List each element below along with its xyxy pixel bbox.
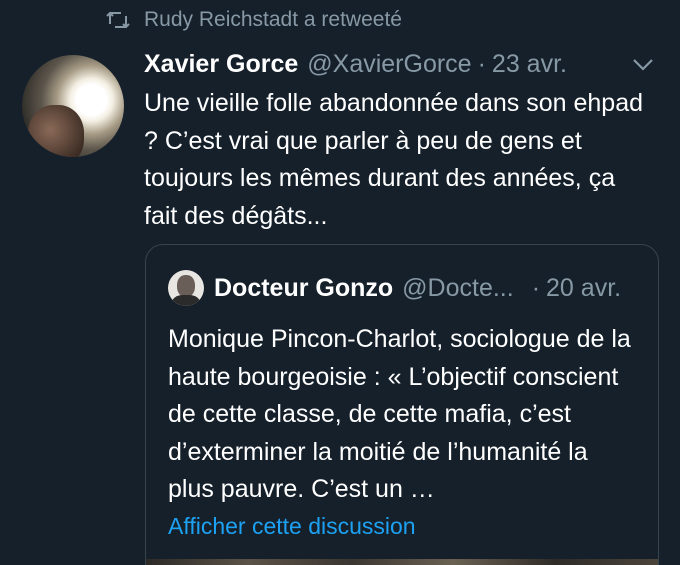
tweet-page: Rudy Reichstadt a retweeté Xavier Gorce … — [0, 0, 680, 565]
tweet-text: Une vieille folle abandonnée dans son eh… — [144, 89, 643, 230]
show-thread-link[interactable]: Afficher cette discussion — [168, 513, 416, 540]
header-separator: · — [477, 50, 486, 78]
quoted-tweet-date: 20 avr. — [546, 273, 622, 302]
author-handle[interactable]: @XavierGorce — [307, 50, 471, 79]
retweet-icon — [106, 9, 130, 31]
tweet-header: Xavier Gorce @XavierGorce · 23 avr. — [144, 50, 567, 79]
retweet-label: Rudy Reichstadt a retweeté — [144, 8, 402, 31]
quoted-author-avatar — [168, 270, 204, 306]
quoted-tweet-card[interactable]: Docteur Gonzo @Docte... · 20 avr. Moniqu… — [145, 244, 659, 565]
author-avatar[interactable] — [22, 55, 124, 157]
quoted-author-handle: @Docte... — [402, 273, 514, 302]
chevron-down-icon[interactable] — [632, 58, 654, 72]
quoted-tweet-text: Monique Pincon-Charlot, sociologue de la… — [168, 325, 631, 503]
author-display-name[interactable]: Xavier Gorce — [144, 50, 298, 79]
quoted-tweet-media[interactable] — [146, 559, 658, 565]
quoted-header-separator: · — [531, 273, 541, 302]
quoted-author-display-name: Docteur Gonzo — [214, 273, 394, 302]
retweet-context[interactable]: Rudy Reichstadt a retweeté — [106, 8, 402, 32]
avatar-face — [28, 105, 84, 157]
quoted-tweet-header: Docteur Gonzo @Docte... · 20 avr. — [168, 270, 621, 306]
tweet-date[interactable]: 23 avr. — [492, 50, 567, 79]
